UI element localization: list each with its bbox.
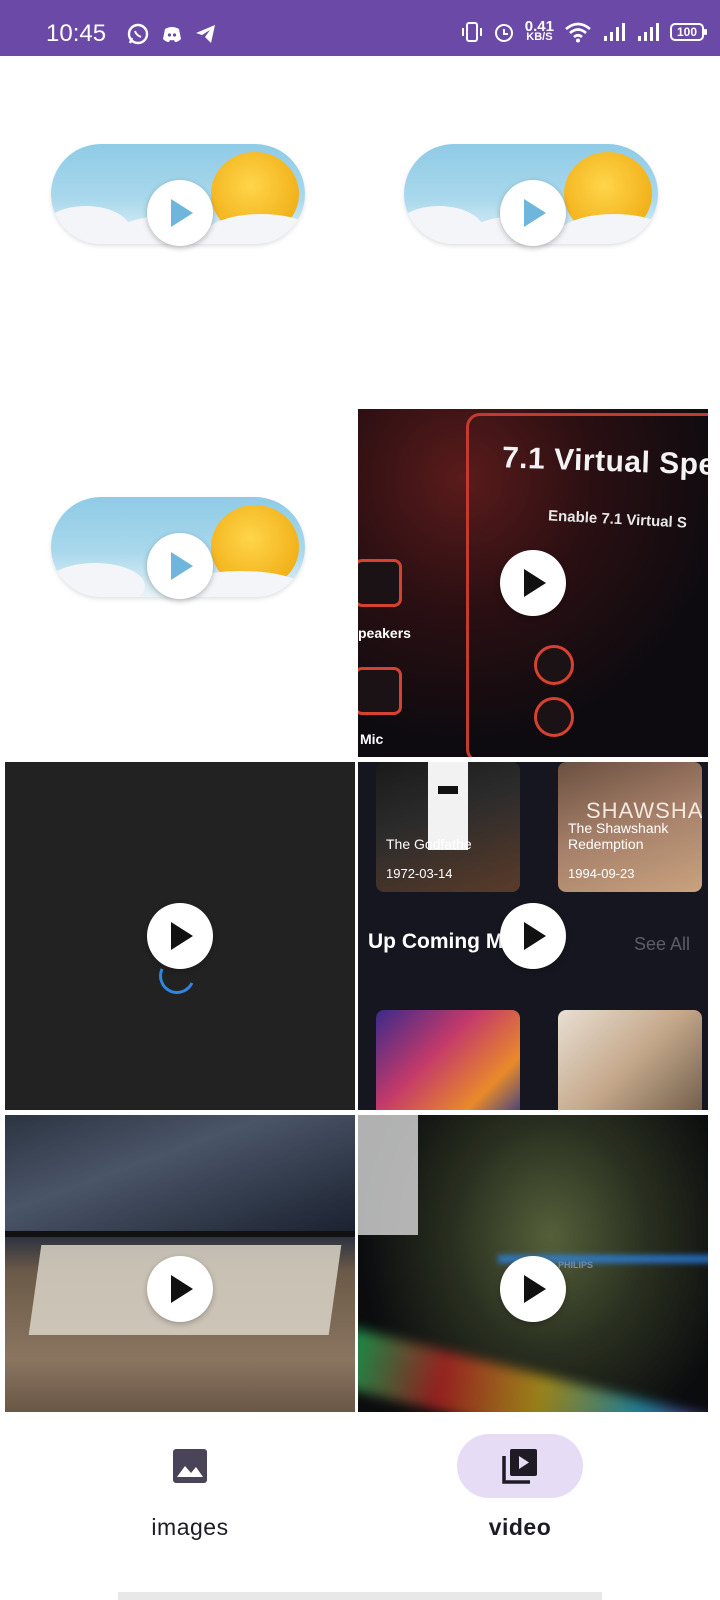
gesture-bar	[118, 1592, 602, 1600]
battery-indicator: 100	[670, 23, 707, 41]
overlay-label: peakers	[358, 625, 411, 641]
play-button[interactable]	[500, 180, 566, 246]
notification-icons	[126, 22, 218, 46]
play-icon	[524, 199, 546, 227]
video-thumbnail[interactable]	[5, 1115, 355, 1463]
poster-title: The Godfathe	[386, 836, 472, 852]
video-thumbnail[interactable]: 7.1 Virtual Spe Enable 7.1 Virtual S pea…	[358, 409, 708, 757]
status-time: 10:45	[46, 20, 107, 47]
video-thumbnail[interactable]	[5, 56, 355, 404]
video-thumbnail[interactable]	[358, 56, 708, 404]
poster-title: The Shawshank Redemption	[568, 820, 669, 852]
bottom-navigation: images video	[0, 1412, 720, 1600]
play-icon	[171, 922, 193, 950]
nav-item-images[interactable]: images	[90, 1434, 290, 1541]
play-button[interactable]	[147, 533, 213, 599]
play-icon	[171, 552, 193, 580]
speed-unit: KB/S	[526, 31, 553, 43]
play-button[interactable]	[147, 1256, 213, 1322]
see-all-link: See All	[634, 934, 691, 954]
video-thumbnail[interactable]	[5, 762, 355, 1110]
play-icon	[171, 199, 193, 227]
wifi-icon	[565, 22, 591, 43]
discord-icon	[163, 27, 181, 42]
movie-poster	[376, 1010, 520, 1110]
play-button[interactable]	[500, 550, 566, 616]
nav-pill-active	[457, 1434, 583, 1498]
overlay-label: Mic	[360, 731, 384, 747]
poster-date: 1972-03-14	[386, 866, 453, 881]
network-speed: 0.41 KB/S	[525, 19, 554, 43]
image-icon	[173, 1449, 207, 1483]
play-icon	[524, 569, 546, 597]
play-icon	[524, 922, 546, 950]
whatsapp-icon	[127, 23, 149, 45]
signal-icon	[604, 23, 625, 41]
video-thumbnail[interactable]: PHILIPS	[358, 1115, 708, 1463]
video-thumbnail[interactable]	[5, 409, 355, 757]
nav-pill	[127, 1434, 253, 1498]
play-icon	[524, 1275, 546, 1303]
vibrate-icon	[461, 22, 482, 42]
telegram-icon	[196, 25, 215, 43]
status-indicators: 0.41 KB/S 100	[461, 19, 707, 44]
poster-date: 1994-09-23	[568, 866, 635, 881]
play-button[interactable]	[147, 180, 213, 246]
video-library-icon	[502, 1449, 537, 1484]
play-icon	[171, 1275, 193, 1303]
signal-icon	[638, 23, 659, 41]
play-button[interactable]	[500, 903, 566, 969]
movie-poster	[558, 1010, 702, 1110]
nav-label: video	[488, 1514, 552, 1540]
nav-item-video[interactable]: video	[420, 1434, 620, 1541]
nav-label: images	[151, 1514, 229, 1540]
play-button[interactable]	[500, 1256, 566, 1322]
status-bar: 10:45 0.41 KB/S 100	[0, 0, 720, 56]
alarm-icon	[494, 24, 513, 42]
video-thumbnail[interactable]: The Godfathe 1972-03-14 SHAWSHANK The Sh…	[358, 762, 708, 1110]
